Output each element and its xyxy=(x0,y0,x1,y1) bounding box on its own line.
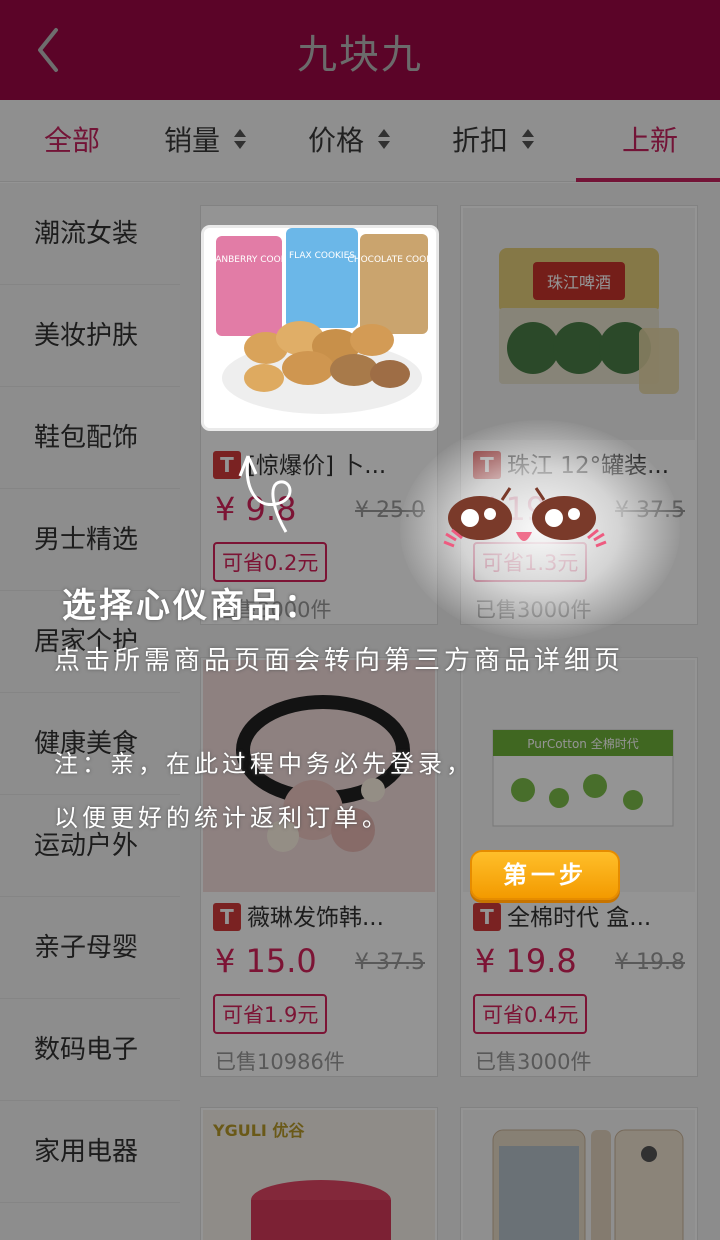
cookie-pack-label: CRANBERRY COOKIE xyxy=(204,255,295,265)
cat-face-icon xyxy=(443,487,607,548)
tab-price[interactable]: 价格 xyxy=(308,100,391,182)
product-image: 珠江啤酒 xyxy=(463,208,695,440)
savings-badge: 可省0.2元 xyxy=(213,542,328,582)
guide-title: 选择心仪商品： xyxy=(62,586,321,626)
sort-arrows-icon xyxy=(522,127,535,151)
guide-note: 注：亲，在此过程中务必先登录， xyxy=(54,750,474,778)
active-tab-indicator xyxy=(576,178,720,182)
tmall-icon: T xyxy=(473,450,501,479)
sort-arrows-icon xyxy=(378,127,391,151)
category-item[interactable]: 鞋包配饰 xyxy=(0,387,180,489)
product-image xyxy=(463,1110,695,1240)
savings-badge: 可省0.4元 xyxy=(473,994,588,1034)
highlighted-product-image[interactable]: CRANBERRY COOKIE FLAX COOKIES CHOCOLATE … xyxy=(204,228,436,428)
savings-badge: 可省1.9元 xyxy=(213,994,328,1034)
tab-sales[interactable]: 销量 xyxy=(164,100,247,182)
step-one-button[interactable]: 第一步 xyxy=(470,850,620,900)
original-price: ¥ 37.5 xyxy=(615,498,685,523)
page-title: 九块九 xyxy=(297,32,423,78)
sold-count: 已售10986件 xyxy=(215,1050,345,1074)
brand-label: YGULI 优谷 xyxy=(212,1121,305,1140)
guide-note: 以便更好的统计返利订单。 xyxy=(54,804,390,832)
cookie-pack-label: FLAX COOKIES xyxy=(289,251,355,261)
sort-arrows-icon xyxy=(234,127,247,151)
beer-box-label: 珠江啤酒 xyxy=(547,273,611,292)
tmall-icon: T xyxy=(473,902,501,931)
tab-discount[interactable]: 折扣 xyxy=(452,100,535,182)
original-price: ¥ 19.8 xyxy=(615,950,685,975)
product-title: 薇琳发饰韩... xyxy=(247,905,384,931)
sold-count: 已售3000件 xyxy=(475,1050,592,1074)
product-card[interactable]: YGULI 优谷 xyxy=(200,1107,438,1240)
guide-instruction: 点击所需商品页面会转向第三方商品详细页 xyxy=(54,646,625,676)
tmall-icon: T xyxy=(213,902,241,931)
product-card[interactable]: 珠江啤酒 T 珠江 12°罐装... ¥ 19.8 ¥ 37.5 可省1.3元 已… xyxy=(460,205,698,625)
category-item[interactable]: 亲子母婴 xyxy=(0,897,180,999)
product-price: ¥ 15.0 xyxy=(215,942,317,980)
tab-all[interactable]: 全部 xyxy=(44,100,100,182)
product-title: 珠江 12°罐装... xyxy=(507,453,670,479)
product-title: 全棉时代 盒... xyxy=(507,905,652,931)
cotton-box-label: PurCotton 全棉时代 xyxy=(527,736,638,751)
product-price: ¥ 19.8 xyxy=(475,942,577,980)
original-price: ¥ 37.5 xyxy=(355,950,425,975)
product-card[interactable]: T 薇琳发饰韩... ¥ 15.0 ¥ 37.5 可省1.9元 已售10986件 xyxy=(200,657,438,1077)
sort-bar: 全部 销量 价格 折扣 上新 xyxy=(0,100,720,182)
category-item[interactable]: 潮流女装 xyxy=(0,183,180,285)
product-image: YGULI 优谷 xyxy=(203,1110,435,1240)
category-item[interactable]: 数码电子 xyxy=(0,999,180,1101)
cookie-pack-label: CHOCOLATE COOKIE xyxy=(348,255,436,265)
category-item[interactable]: 美妆护肤 xyxy=(0,285,180,387)
category-sidebar: 潮流女装 美妆护肤 鞋包配饰 男士精选 居家个护 健康美食 运动户外 亲子母婴 … xyxy=(0,183,180,1240)
sold-count: 已售3000件 xyxy=(475,598,592,622)
tab-new[interactable]: 上新 xyxy=(622,100,678,182)
original-price: ¥ 25.0 xyxy=(355,498,425,523)
app-header: 九块九 xyxy=(0,0,720,100)
product-card[interactable] xyxy=(460,1107,698,1240)
category-item[interactable]: 男士精选 xyxy=(0,489,180,591)
category-item[interactable]: 家用电器 xyxy=(0,1101,180,1203)
hand-pointer-icon xyxy=(238,455,292,533)
